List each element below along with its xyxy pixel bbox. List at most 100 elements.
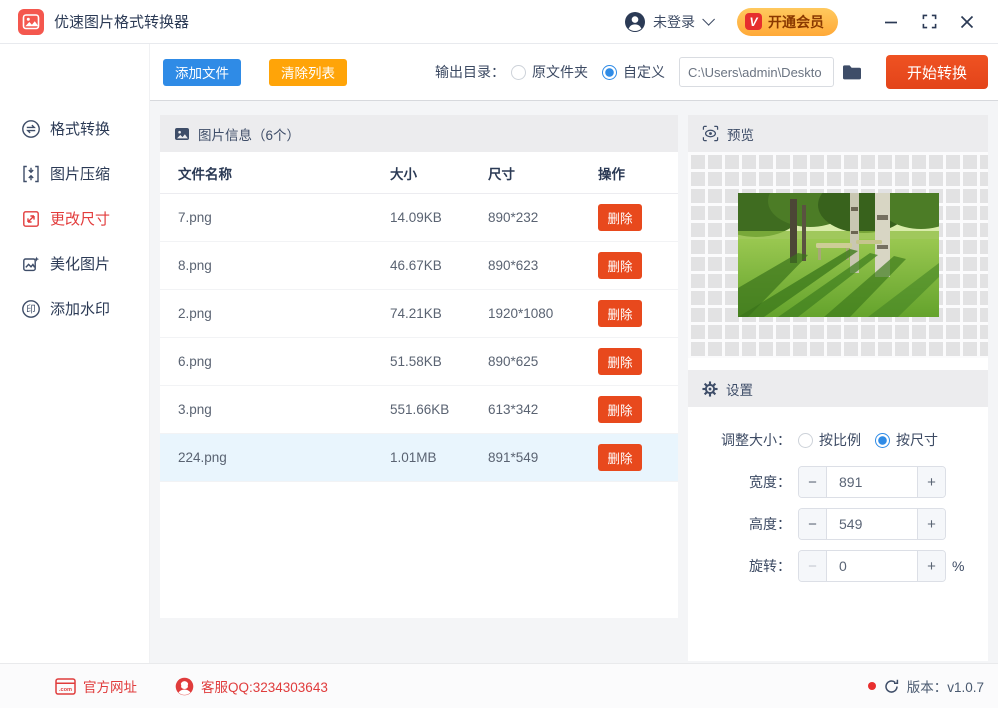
height-input[interactable] [827,509,917,539]
radio-original-folder-label: 原文件夹 [531,64,588,80]
sidebar-item-beautify[interactable]: 美化图片 [0,241,149,286]
file-size-cell: 1.01MB [390,450,437,465]
file-dims-cell: 890*232 [488,210,539,225]
file-name-cell: 7.png [178,210,212,225]
table-row-selected[interactable]: 224.png 1.01MB 891*549 删除 [160,434,678,482]
sidebar-item-format-convert[interactable]: 格式转换 [0,106,149,151]
preview-settings-panel: 预览 设置 调整大小： 按比例 按尺寸 宽度： − 891 + 高度： − 54… [688,115,988,661]
radio-by-ratio[interactable]: 按比例 [798,430,861,450]
rotate-row: 旋转： − + % [688,550,988,582]
height-increment-button[interactable]: + [917,509,945,539]
vip-icon: V [745,13,762,30]
rotate-stepper: − + [798,550,946,582]
browse-folder-icon[interactable] [842,64,862,81]
rotate-unit: % [952,558,965,574]
width-stepper: − + [798,466,946,498]
close-button[interactable] [952,7,982,37]
app-logo-icon [18,8,44,35]
image-compress-icon [23,165,39,182]
radio-custom-folder[interactable]: 自定义 [601,62,665,82]
add-files-button[interactable]: 添加文件 [163,58,241,86]
chevron-down-icon [702,13,715,26]
sidebar-item-label: 图片压缩 [50,166,111,183]
user-avatar-icon [624,11,646,33]
column-size: 大小 [390,166,417,182]
radio-by-dimensions-control[interactable] [875,432,890,448]
delete-button[interactable]: 删除 [598,396,642,423]
radio-by-dimensions-label: 按尺寸 [896,432,938,448]
file-dims-cell: 890*623 [488,258,539,273]
svg-text:.com: .com [59,687,72,693]
start-convert-button[interactable]: 开始转换 [885,55,988,89]
sidebar-item-watermark[interactable]: 印 添加水印 [0,286,149,331]
radio-original-folder-control[interactable] [510,64,526,80]
height-label: 高度： [749,516,791,532]
refresh-version-icon[interactable] [884,679,899,694]
table-row[interactable]: 6.png 51.58KB 890*625 删除 [160,338,678,386]
rotate-input[interactable] [827,551,917,581]
version-label: 版本：v1.0.7 [906,680,984,695]
picture-icon [175,127,189,140]
delete-button[interactable]: 删除 [598,252,642,279]
status-bar: .com 官方网址 客服QQ:3234303643 版本：v1.0.7 [0,663,998,708]
file-name-cell: 224.png [178,450,227,465]
settings-panel-header: 设置 [688,370,988,407]
official-site-link[interactable]: .com 官方网址 [55,676,137,696]
file-size-cell: 14.09KB [390,210,442,225]
transparency-grid [688,152,988,358]
width-decrement-button[interactable]: − [799,467,827,497]
vip-button-label: 开通会员 [768,13,824,30]
table-row[interactable]: 2.png 74.21KB 1920*1080 删除 [160,290,678,338]
sidebar-item-resize[interactable]: 更改尺寸 [0,196,149,241]
table-row[interactable]: 3.png 551.66KB 613*342 删除 [160,386,678,434]
radio-by-dimensions[interactable]: 按尺寸 [875,430,938,450]
clear-list-button[interactable]: 清除列表 [269,58,347,86]
delete-button[interactable]: 删除 [598,348,642,375]
status-dot [867,682,876,690]
app-title: 优速图片格式转换器 [54,14,190,31]
rotate-increment-button[interactable]: + [917,551,945,581]
qq-service-link[interactable]: 客服QQ:3234303643 [175,676,328,696]
delete-button[interactable]: 删除 [598,444,642,471]
radio-original-folder[interactable]: 原文件夹 [510,62,588,82]
file-size-cell: 74.21KB [390,306,442,321]
height-row: 高度： − + [688,508,988,540]
add-watermark-icon: 印 [22,299,40,318]
settings-body: 调整大小： 按比例 按尺寸 宽度： − 891 + 高度： − 549 + 旋转… [688,407,988,661]
delete-button[interactable]: 删除 [598,300,642,327]
official-site-label: 官方网址 [83,680,137,695]
file-dims-cell: 890*625 [488,354,539,369]
delete-button[interactable]: 删除 [598,204,642,231]
sidebar: 格式转换 图片压缩 更改尺寸 美化图片 印 添加水印 [0,44,150,663]
height-decrement-button[interactable]: − [799,509,827,539]
radio-by-ratio-control[interactable] [798,432,813,448]
minimize-button[interactable] [876,7,906,37]
output-dir-label: 输出目录： [434,64,505,80]
width-row: 宽度： − + [688,466,988,498]
sidebar-item-image-compress[interactable]: 图片压缩 [0,151,149,196]
radio-custom-folder-label: 自定义 [622,64,665,80]
beautify-image-icon [23,256,40,271]
sidebar-item-label: 格式转换 [50,121,111,138]
login-menu[interactable]: 未登录 [624,11,715,33]
format-convert-icon [22,119,40,138]
width-input[interactable] [827,467,917,497]
maximize-button[interactable] [914,7,944,37]
table-row[interactable]: 8.png 46.67KB 890*623 删除 [160,242,678,290]
customer-service-icon [175,677,194,695]
vip-button[interactable]: V 开通会员 [737,7,838,36]
title-bar: 优速图片格式转换器 未登录 V 开通会员 [0,0,998,44]
sidebar-item-label: 添加水印 [50,301,111,318]
website-icon: .com [55,677,76,695]
file-name-cell: 6.png [178,354,212,369]
output-path-input[interactable] [678,57,834,87]
file-name-cell: 2.png [178,306,212,321]
preview-panel-header: 预览 [688,115,988,152]
table-row[interactable]: 7.png 14.09KB 890*232 删除 [160,194,678,242]
file-panel-header: 图片信息（6个） [160,115,678,152]
width-increment-button[interactable]: + [917,467,945,497]
radio-custom-folder-control[interactable] [601,64,617,80]
preview-panel-title: 预览 [727,127,754,143]
rotate-decrement-button[interactable]: − [799,551,827,581]
file-dims-cell: 891*549 [488,450,539,465]
